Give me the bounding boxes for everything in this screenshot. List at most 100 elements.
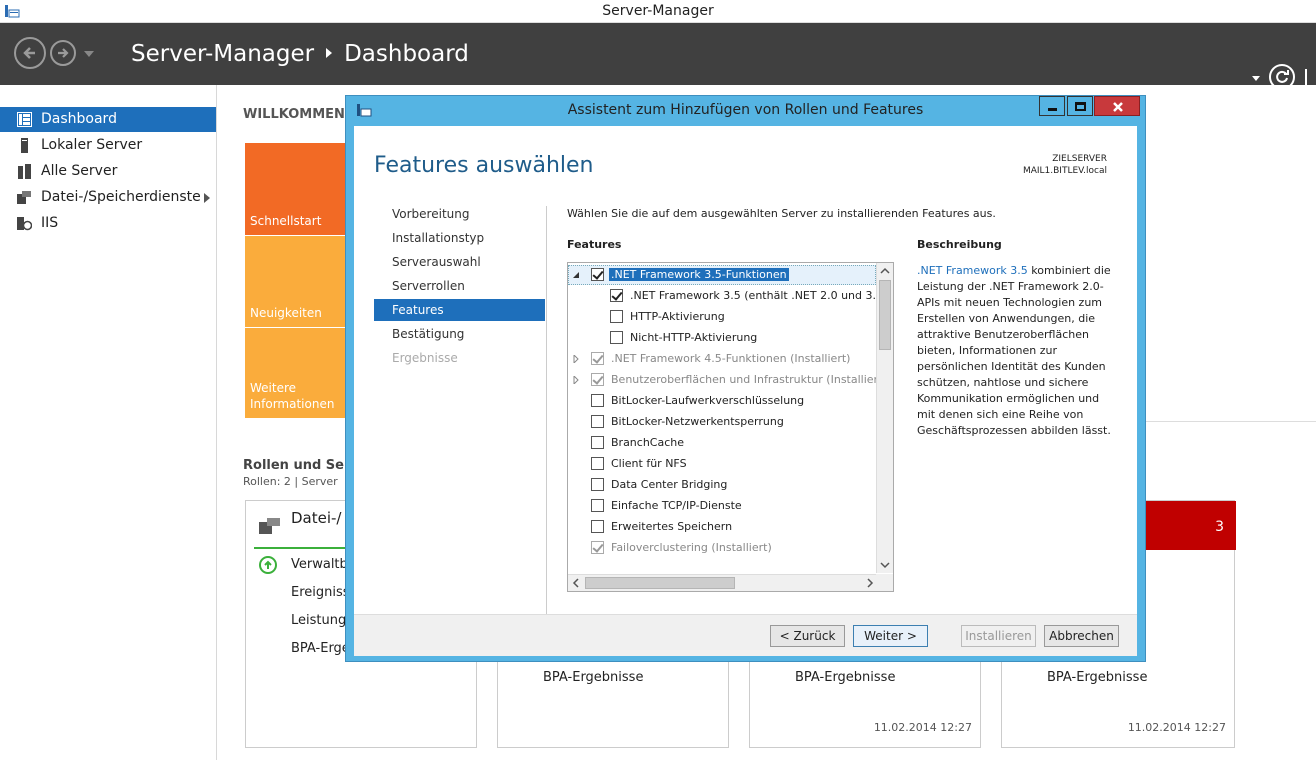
feature-checkbox[interactable] bbox=[591, 436, 604, 449]
wizard-step[interactable]: Vorbereitung bbox=[374, 203, 545, 225]
wizard-step-label: Ergebnisse bbox=[392, 351, 458, 365]
collapsed-triangle-icon[interactable] bbox=[572, 355, 580, 363]
feature-checkbox[interactable] bbox=[591, 520, 604, 533]
welcome-content-pane bbox=[1144, 142, 1316, 422]
feature-row[interactable]: BranchCache bbox=[568, 433, 876, 454]
feature-row[interactable]: .NET Framework 3.5 (enthält .NET 2.0 und… bbox=[568, 286, 887, 307]
tile-label: Weitere Informationen bbox=[250, 381, 335, 411]
feature-row[interactable]: Data Center Bridging bbox=[568, 475, 876, 496]
target-server-name: MAIL1.BITLEV.local bbox=[1022, 166, 1107, 176]
next-button[interactable]: Weiter > bbox=[853, 625, 928, 647]
feature-row[interactable]: HTTP-Aktivierung bbox=[568, 307, 876, 328]
feature-label: Nicht-HTTP-Aktivierung bbox=[630, 331, 758, 344]
feature-row[interactable]: Erweitertes Speichern bbox=[568, 517, 876, 538]
maximize-icon bbox=[1075, 102, 1086, 111]
back-button[interactable]: < Zurück bbox=[770, 625, 845, 647]
feature-checkbox[interactable] bbox=[591, 394, 604, 407]
minimize-button[interactable] bbox=[1039, 96, 1065, 116]
feature-row[interactable]: BitLocker-Netzwerkentsperrung bbox=[568, 412, 876, 433]
feature-row[interactable]: .NET Framework 4.5-Funktionen (Installie… bbox=[568, 349, 876, 370]
scroll-thumb[interactable] bbox=[879, 280, 891, 350]
scroll-up-icon[interactable] bbox=[877, 263, 893, 279]
scroll-thumb[interactable] bbox=[585, 577, 735, 589]
timestamp: 11.02.2014 12:27 bbox=[873, 721, 972, 734]
chevron-right-icon[interactable] bbox=[204, 193, 210, 203]
back-button[interactable] bbox=[14, 37, 46, 69]
feature-checkbox[interactable] bbox=[591, 478, 604, 491]
bpa-results-link[interactable]: BPA-Ergebnisse bbox=[1047, 670, 1147, 685]
refresh-button[interactable] bbox=[1269, 64, 1295, 90]
wizard-step-label: Installationstyp bbox=[392, 231, 485, 245]
wizard-step-active[interactable]: Features bbox=[374, 299, 545, 321]
close-button[interactable] bbox=[1094, 96, 1140, 116]
iis-icon bbox=[17, 217, 32, 231]
feature-checkbox[interactable] bbox=[591, 499, 604, 512]
forward-button[interactable] bbox=[50, 40, 76, 66]
sidebar-item-label: Lokaler Server bbox=[41, 137, 143, 153]
scroll-down-icon[interactable] bbox=[877, 557, 893, 573]
scroll-left-icon[interactable] bbox=[568, 575, 584, 591]
sidebar-item-file-storage[interactable]: Datei-/Speicherdienste bbox=[0, 185, 216, 210]
sidebar-item-all-servers[interactable]: Alle Server bbox=[0, 159, 216, 184]
breadcrumb-root[interactable]: Server-Manager bbox=[131, 41, 314, 67]
tile-quickstart[interactable]: Schnellstart bbox=[245, 143, 345, 235]
feature-checkbox[interactable] bbox=[591, 268, 604, 281]
header-divider bbox=[1305, 69, 1307, 85]
wizard-step[interactable]: Serverrollen bbox=[374, 275, 545, 297]
feature-row[interactable]: .NET Framework 3.5-Funktionen bbox=[568, 265, 876, 286]
feature-label: .NET Framework 3.5 (enthält .NET 2.0 und… bbox=[630, 289, 888, 302]
roles-section-subtitle: Rollen: 2 | Server bbox=[243, 475, 338, 488]
horizontal-scrollbar[interactable] bbox=[568, 574, 878, 591]
expanded-triangle-icon[interactable] bbox=[572, 271, 580, 279]
bpa-results-link[interactable]: BPA-Ergebnisse bbox=[543, 670, 643, 685]
feature-label: Einfache TCP/IP-Dienste bbox=[611, 499, 742, 512]
history-dropdown-icon[interactable] bbox=[84, 51, 94, 57]
feature-row[interactable]: Einfache TCP/IP-Dienste bbox=[568, 496, 876, 517]
features-tree[interactable]: .NET Framework 3.5-Funktionen .NET Framew… bbox=[567, 262, 894, 592]
collapsed-triangle-icon[interactable] bbox=[572, 376, 580, 384]
role-card-row[interactable]: Leistung bbox=[291, 613, 346, 628]
description-text: .NET Framework 3.5 kombiniert die Leistu… bbox=[917, 263, 1112, 439]
role-card-row[interactable]: BPA-Erge bbox=[291, 641, 350, 656]
feature-checkbox[interactable] bbox=[610, 310, 623, 323]
feature-row[interactable]: Client für NFS bbox=[568, 454, 876, 475]
feature-label: .NET Framework 4.5-Funktionen (Installie… bbox=[611, 352, 851, 365]
feature-label: HTTP-Aktivierung bbox=[630, 310, 725, 323]
feature-label: Erweitertes Speichern bbox=[611, 520, 733, 533]
feature-label: BranchCache bbox=[611, 436, 685, 449]
feature-checkbox[interactable] bbox=[610, 331, 623, 344]
tile-more-info[interactable]: Weitere Informationen bbox=[245, 328, 345, 418]
description-link[interactable]: .NET Framework 3.5 bbox=[917, 264, 1028, 277]
sidebar-item-dashboard[interactable]: Dashboard bbox=[0, 107, 216, 132]
feature-row[interactable]: BitLocker-Laufwerkverschlüsselung bbox=[568, 391, 876, 412]
breadcrumb: Server-Manager Dashboard bbox=[131, 41, 469, 67]
sidebar-item-local-server[interactable]: Lokaler Server bbox=[0, 133, 216, 158]
feature-checkbox[interactable] bbox=[591, 415, 604, 428]
vertical-scrollbar[interactable] bbox=[876, 263, 893, 573]
wizard-step[interactable]: Serverauswahl bbox=[374, 251, 545, 273]
feature-label: BitLocker-Laufwerkverschlüsselung bbox=[611, 394, 805, 407]
maximize-button[interactable] bbox=[1067, 96, 1093, 116]
wizard-step[interactable]: Bestätigung bbox=[374, 323, 545, 345]
target-server-label: ZIELSERVER bbox=[1052, 154, 1107, 164]
feature-checkbox[interactable] bbox=[610, 289, 623, 302]
feature-checkbox[interactable] bbox=[591, 541, 604, 554]
cancel-button[interactable]: Abbrechen bbox=[1044, 625, 1119, 647]
feature-checkbox[interactable] bbox=[591, 373, 604, 386]
bpa-results-link[interactable]: BPA-Ergebnisse bbox=[795, 670, 895, 685]
window-titlebar: Server-Manager bbox=[0, 0, 1316, 23]
sidebar-item-iis[interactable]: IIS bbox=[0, 211, 216, 236]
feature-row[interactable]: Benutzeroberflächen und Infrastruktur (I… bbox=[568, 370, 887, 391]
role-card-row[interactable]: Ereigniss bbox=[291, 585, 350, 600]
roles-section-title: Rollen und Serv bbox=[243, 458, 359, 473]
feature-checkbox[interactable] bbox=[591, 352, 604, 365]
role-card-row[interactable]: Verwaltb bbox=[291, 557, 348, 572]
wizard-step[interactable]: Installationstyp bbox=[374, 227, 545, 249]
feature-checkbox[interactable] bbox=[591, 457, 604, 470]
wizard-step-label: Bestätigung bbox=[392, 327, 465, 341]
tile-news[interactable]: Neuigkeiten bbox=[245, 236, 345, 327]
feature-row[interactable]: Failoverclustering (Installiert) bbox=[568, 538, 876, 559]
breadcrumb-current: Dashboard bbox=[344, 41, 469, 67]
notifications-dropdown-icon[interactable] bbox=[1252, 76, 1260, 81]
feature-row[interactable]: Nicht-HTTP-Aktivierung bbox=[568, 328, 876, 349]
